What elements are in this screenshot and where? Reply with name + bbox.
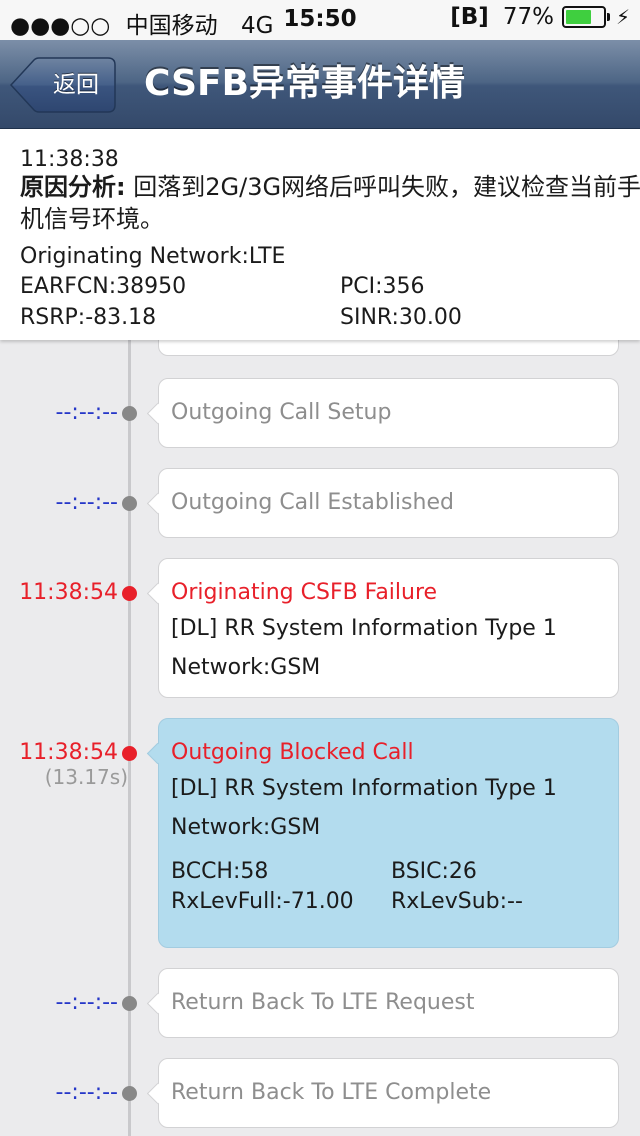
back-button-label: 返回 (53, 72, 99, 98)
event-title: Outgoing Blocked Call (171, 740, 414, 765)
timeline-card-partial (158, 340, 619, 356)
event-title: Originating CSFB Failure (171, 580, 438, 605)
event-network: Network:GSM (171, 815, 321, 840)
status-right: [B] 77% ⚡ (450, 4, 630, 30)
event-card[interactable]: Return Back To LTE Request (146, 968, 619, 1038)
pci-value: PCI:356 (340, 274, 425, 299)
event-time: 11:38:54 (19, 580, 118, 605)
timeline-dot (122, 746, 137, 761)
originating-network: Originating Network:LTE (20, 244, 286, 269)
card-pointer (146, 992, 169, 1015)
timeline-dot (122, 1086, 137, 1101)
event-time: --:--:-- (55, 990, 118, 1015)
battery-fill (565, 10, 591, 24)
b-icon: [B] (450, 4, 489, 30)
event-card[interactable]: Outgoing Call Setup (146, 378, 619, 448)
rsrp-value: RSRP:-83.18 (20, 305, 157, 330)
back-button[interactable]: 返回 (10, 57, 116, 113)
event-detail: [DL] RR System Information Type 1 (171, 776, 557, 801)
event-duration: (13.17s) (44, 765, 128, 789)
event-time: --:--:-- (55, 1080, 118, 1105)
timeline-dot (122, 586, 137, 601)
timeline-dot (122, 406, 137, 421)
earfcn-value: EARFCN:38950 (20, 274, 187, 299)
event-card[interactable]: Originating CSFB Failure [DL] RR System I… (146, 558, 619, 698)
card-pointer (146, 582, 169, 605)
battery-icon (561, 6, 610, 28)
event-network: Network:GSM (171, 655, 321, 680)
card-pointer (146, 402, 169, 425)
event-time: 11:38:54 (19, 740, 118, 765)
event-title: Return Back To LTE Complete (171, 1080, 492, 1105)
rxlev-sub-value: RxLevSub:-- (391, 889, 523, 914)
event-card[interactable]: Outgoing Blocked Call [DL] RR System Info… (146, 718, 619, 948)
navigation-bar: 返回 CSFB异常事件详情 (0, 40, 640, 129)
event-card[interactable]: Return Back To LTE Complete (146, 1058, 619, 1128)
card-pointer (146, 742, 169, 765)
event-title: Outgoing Call Established (171, 490, 454, 515)
event-title: Return Back To LTE Request (171, 990, 475, 1015)
page-title: CSFB异常事件详情 (144, 63, 466, 104)
event-time: --:--:-- (55, 400, 118, 425)
bcch-value: BCCH:58 (171, 859, 269, 884)
bsic-value: BSIC:26 (391, 859, 477, 884)
cause-analysis-label: 原因分析: (20, 173, 126, 201)
sinr-value: SINR:30.00 (340, 305, 462, 330)
battery-percent: 77% (502, 4, 554, 30)
event-time: --:--:-- (55, 490, 118, 515)
event-card[interactable]: Outgoing Call Established (146, 468, 619, 538)
status-bar: ●●●○○ 中国移动 4G 15:50 [B] 77% ⚡ (0, 0, 640, 40)
timeline-line (128, 340, 131, 1136)
timeline-dot (122, 496, 137, 511)
summary-time: 11:38:38 (20, 147, 119, 172)
timeline-dot (122, 996, 137, 1011)
event-timeline[interactable]: --:--:-- Outgoing Call Setup --:--:-- Outgo… (0, 340, 640, 1136)
cause-analysis: 原因分析: 回落到2G/3G网络后呼叫失败，建议检查当前手机信号环境。 (20, 171, 640, 235)
rxlev-full-value: RxLevFull:-71.00 (171, 889, 354, 914)
event-title: Outgoing Call Setup (171, 400, 392, 425)
battery-nub (606, 13, 610, 21)
event-summary-panel: 11:38:38 原因分析: 回落到2G/3G网络后呼叫失败，建议检查当前手机信… (0, 129, 640, 340)
card-pointer (146, 1082, 169, 1105)
charging-icon: ⚡ (615, 5, 630, 29)
event-detail: [DL] RR System Information Type 1 (171, 616, 557, 641)
card-pointer (146, 492, 169, 515)
